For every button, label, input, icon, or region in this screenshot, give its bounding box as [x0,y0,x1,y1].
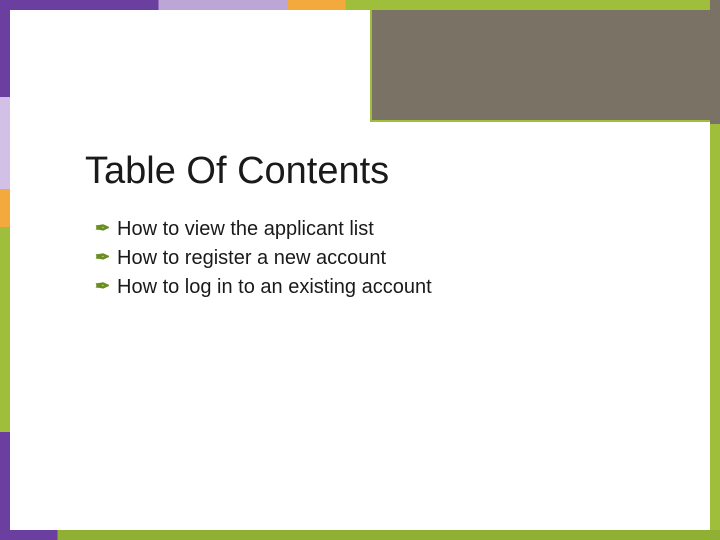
toc-item: ✒ How to view the applicant list [95,215,660,244]
toc-item-text: How to view the applicant list [117,215,374,244]
page-title: Table Of Contents [85,150,660,193]
border-bottom-decoration [0,530,720,540]
border-left-decoration [0,0,10,540]
border-right-decoration [710,0,720,540]
slide: Table Of Contents ✒ How to view the appl… [0,0,720,540]
toc-item: ✒ How to register a new account [95,244,660,273]
bullet-icon: ✒ [95,215,117,242]
border-top-decoration [0,0,720,10]
toc-item: ✒ How to log in to an existing account [95,273,660,302]
toc-item-text: How to log in to an existing account [117,273,432,302]
content-area: Table Of Contents ✒ How to view the appl… [85,150,660,302]
bullet-icon: ✒ [95,273,117,300]
toc-list: ✒ How to view the applicant list ✒ How t… [85,215,660,302]
title-placeholder-box [370,10,710,122]
toc-item-text: How to register a new account [117,244,386,273]
bullet-icon: ✒ [95,244,117,271]
